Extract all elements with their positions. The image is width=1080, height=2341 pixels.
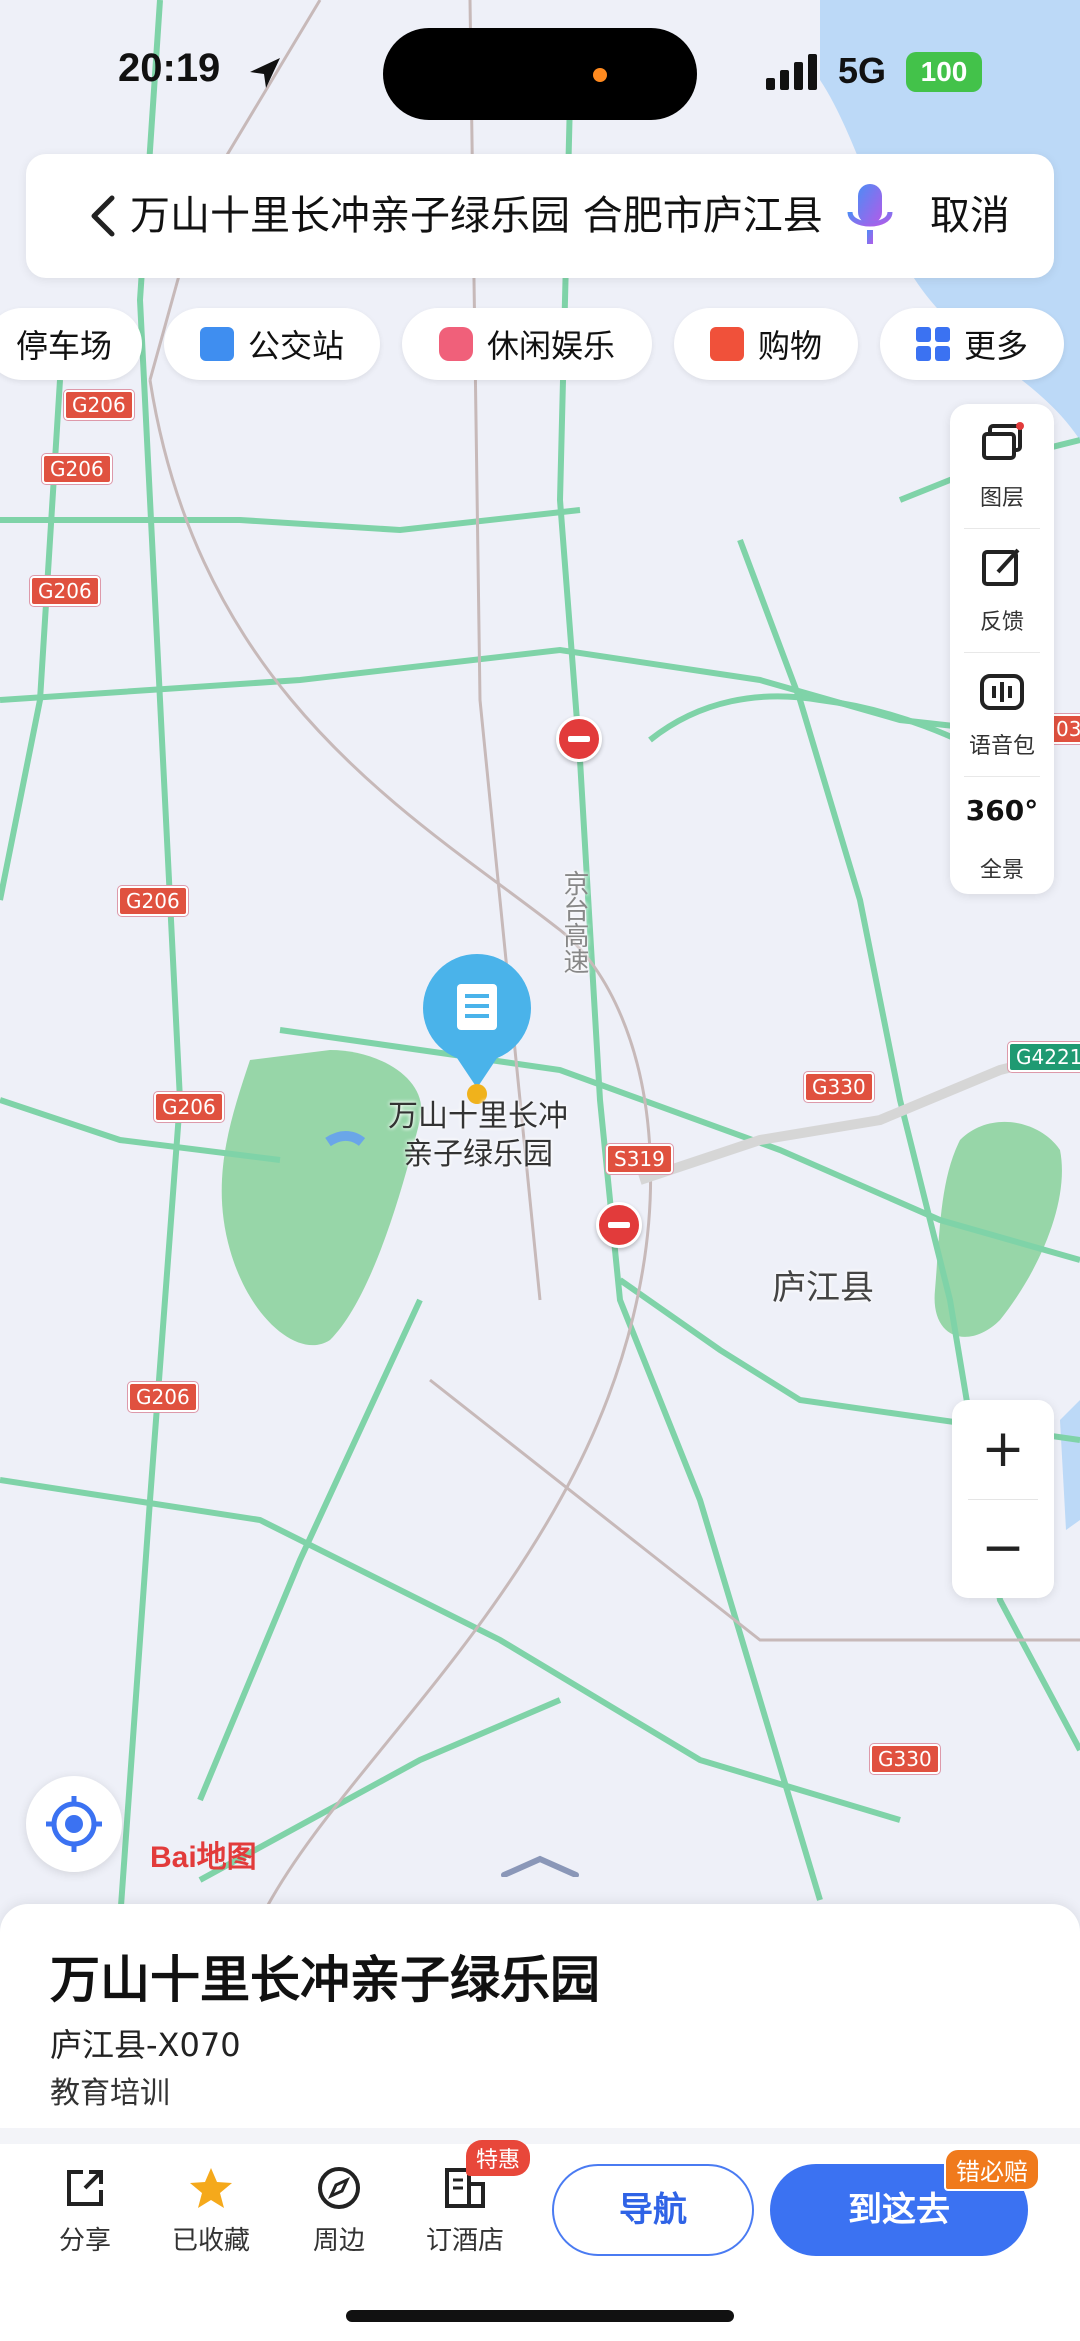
layers-label: 图层: [979, 486, 1024, 511]
bus-stop-icon: [199, 327, 234, 361]
sheet-handle-chevron-icon[interactable]: [500, 1855, 580, 1877]
road-shield: G206: [64, 390, 134, 420]
category-chips: 停车场 公交站 休闲娱乐 购物 更多: [0, 308, 1080, 380]
layers-button[interactable]: 图层: [950, 404, 1054, 522]
road-shield: 03: [1050, 714, 1080, 744]
signal-icon: [766, 54, 817, 90]
no-entry-icon: [556, 716, 602, 762]
grid-icon: [915, 327, 950, 361]
panorama-button[interactable]: 360° 全景: [950, 776, 1054, 894]
voice-pack-label: 语音包: [968, 734, 1035, 759]
crosshair-icon: [46, 1796, 102, 1852]
road-shield: G330: [804, 1072, 874, 1102]
county-label: 庐江县: [772, 1268, 874, 1308]
panorama-360-icon: 360°: [965, 794, 1039, 827]
zoom-in-button[interactable]: +: [952, 1400, 1054, 1499]
hotel-label: 订酒店: [425, 2226, 504, 2256]
chip-label: 停车场: [15, 327, 112, 365]
saved-label: 已收藏: [171, 2226, 250, 2256]
feedback-label: 反馈: [979, 610, 1024, 635]
poi-title: 万山十里长冲亲子绿乐园: [50, 1951, 600, 2009]
locate-me-button[interactable]: [26, 1776, 122, 1872]
road-shield: G206: [30, 576, 100, 606]
poi-marker: [423, 954, 531, 1104]
road-shield: G206: [118, 886, 188, 916]
poi-address: 庐江县-X070: [50, 2026, 241, 2064]
star-icon: [190, 2168, 232, 2208]
book-hotel-button[interactable]: 订酒店: [410, 2166, 520, 2257]
feedback-button[interactable]: 反馈: [950, 528, 1054, 646]
status-bar: 20:19 5G 100: [0, 0, 1080, 140]
navigate-button[interactable]: 导航: [552, 2164, 754, 2256]
battery-indicator: 100: [906, 52, 982, 92]
chip-parking[interactable]: 停车场: [0, 308, 142, 380]
poi-category: 教育培训: [50, 2076, 170, 2111]
voice-pack-button[interactable]: 语音包: [950, 652, 1054, 770]
expressway-label: 京台高速: [559, 870, 589, 974]
road-shield: G206: [154, 1092, 224, 1122]
compass-icon: [318, 2167, 360, 2209]
road-shield: G330: [870, 1744, 940, 1774]
dynamic-island: [383, 28, 697, 120]
chip-label: 公交站: [247, 327, 344, 365]
share-button[interactable]: 分享: [30, 2166, 140, 2257]
marker-label: 万山十里长冲亲子绿乐园: [388, 1099, 568, 1172]
voice-wave-icon: [980, 674, 1024, 710]
map-view[interactable]: G206 G206 G206 G206 G206 G206 G330 G330 …: [0, 0, 1080, 1920]
poi-detail-sheet[interactable]: 万山十里长冲亲子绿乐园 庐江县-X070 教育培训 分享 已收藏 周边 订酒店: [0, 1904, 1080, 2341]
share-label: 分享: [58, 2226, 111, 2256]
back-arrow-icon[interactable]: [78, 190, 130, 242]
special-offer-badge: 特惠: [466, 2140, 531, 2176]
edit-icon: [982, 548, 1020, 586]
gamepad-icon: [438, 327, 473, 361]
chip-label: 休闲娱乐: [486, 327, 615, 365]
section-divider: [0, 2128, 1080, 2144]
road-shield: G206: [128, 1382, 198, 1412]
no-entry-icon: [596, 1202, 642, 1248]
chip-label: 更多: [963, 327, 1028, 365]
map-canvas: [0, 0, 1080, 1920]
map-tools-panel: 图层 反馈 语音包 360° 全景: [950, 404, 1054, 894]
baidu-map-logo: Bai地图: [150, 1841, 257, 1874]
share-icon: [67, 2170, 103, 2206]
chip-shopping[interactable]: 购物: [674, 308, 858, 380]
home-indicator: [346, 2310, 734, 2322]
nearby-button[interactable]: 周边: [284, 2166, 394, 2257]
location-arrow-icon: [250, 58, 280, 88]
zoom-control: + −: [952, 1400, 1054, 1598]
network-type: 5G: [838, 50, 887, 91]
panorama-label: 全景: [979, 858, 1024, 883]
road-shield: G4221: [1008, 1042, 1080, 1072]
cancel-button[interactable]: 取消: [930, 184, 1010, 248]
shopping-bag-icon: [709, 327, 744, 361]
saved-button[interactable]: 已收藏: [156, 2166, 266, 2257]
road-shield: G206: [42, 454, 112, 484]
clock: 20:19: [118, 46, 221, 90]
guarantee-badge: 错必赔: [944, 2148, 1040, 2191]
search-query[interactable]: 万山十里长冲亲子绿乐园 合肥市庐江县: [130, 184, 830, 248]
microphone-icon[interactable]: [846, 182, 894, 250]
chip-bus-stop[interactable]: 公交站: [164, 308, 380, 380]
zoom-out-button[interactable]: −: [952, 1499, 1054, 1598]
chip-more[interactable]: 更多: [880, 308, 1064, 380]
nearby-label: 周边: [312, 2226, 365, 2256]
chip-label: 购物: [757, 327, 822, 365]
road-shield: S319: [606, 1144, 673, 1174]
layers-icon: [982, 422, 1024, 460]
search-bar[interactable]: 万山十里长冲亲子绿乐园 合肥市庐江县 取消: [26, 154, 1054, 278]
chip-leisure[interactable]: 休闲娱乐: [402, 308, 652, 380]
